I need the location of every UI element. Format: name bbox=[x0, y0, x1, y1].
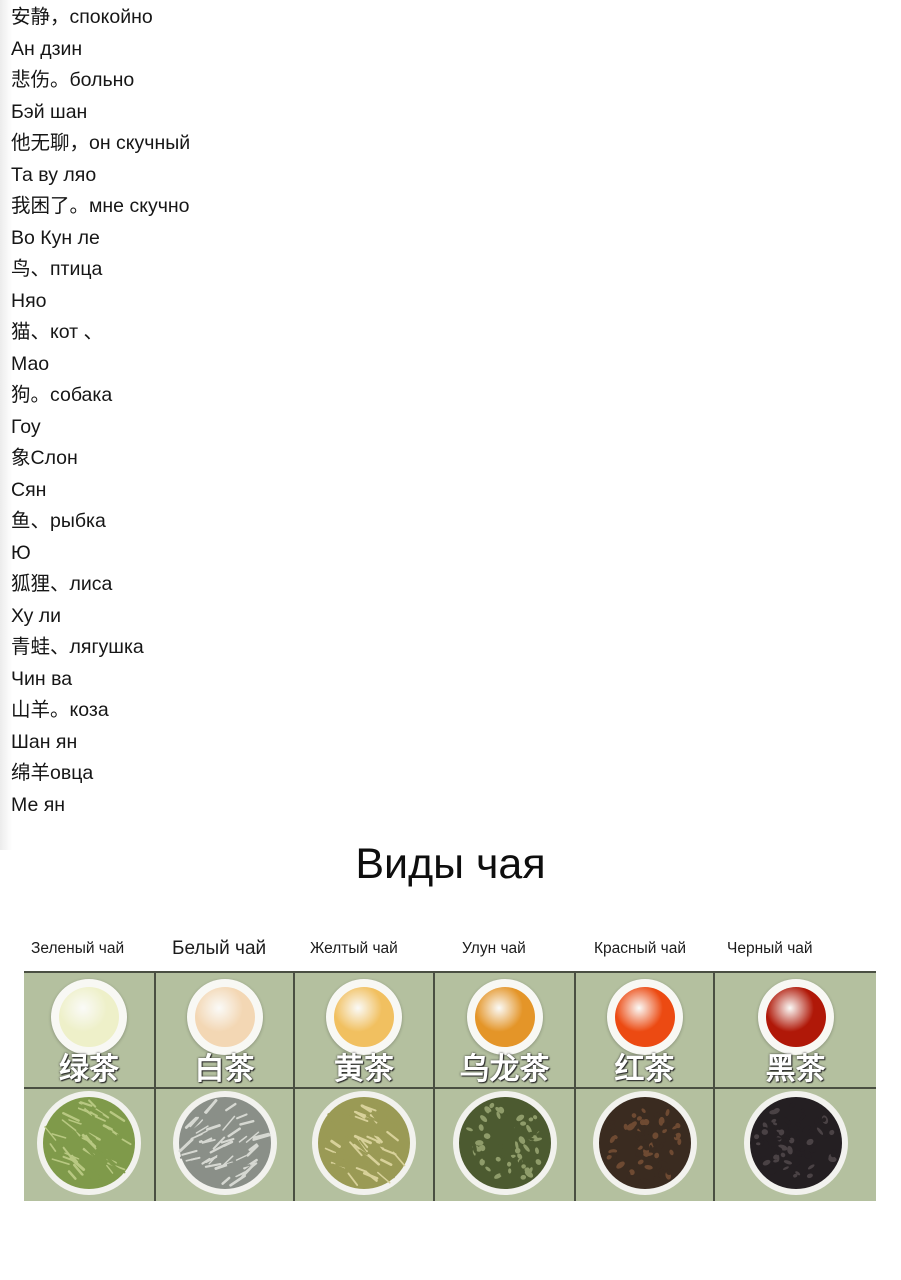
vocab-line: 鱼、рыбка bbox=[11, 510, 106, 532]
vocab-line: Мао bbox=[11, 352, 50, 375]
tea-leaves-drawing bbox=[749, 1097, 842, 1189]
vocab-line: 山羊。коза bbox=[11, 699, 109, 721]
tea-chinese-name: 白茶 bbox=[194, 1052, 255, 1087]
vocab-line: 狐狸、лиса bbox=[11, 573, 113, 595]
tea-leaves-image bbox=[743, 1091, 848, 1195]
tea-label-oolong: Улун чай bbox=[462, 940, 526, 957]
tea-chinese-name: 绿茶 bbox=[59, 1052, 119, 1087]
tea-leaves-image bbox=[452, 1091, 557, 1195]
tea-label-red: Красный чай bbox=[594, 940, 687, 957]
tea-column-white: 白茶 bbox=[156, 973, 295, 1201]
tea-leaves-image bbox=[312, 1091, 416, 1195]
vocab-line: 悲伤。больно bbox=[11, 69, 135, 91]
tea-cup-image bbox=[186, 979, 263, 1055]
vocab-line: 青蛙、лягушка bbox=[11, 636, 144, 658]
vocab-line: Та ву ляо bbox=[11, 163, 97, 186]
tea-illustration-table: 绿茶 白茶 黄茶 乌龙茶 红茶 黑茶 bbox=[24, 971, 876, 1201]
vocab-line: 安静，спокойно bbox=[11, 6, 153, 28]
tea-chinese-name: 乌龙茶 bbox=[459, 1052, 550, 1087]
vocab-line: 他无聊，он скучный bbox=[11, 132, 191, 154]
tea-leaves-image bbox=[37, 1091, 141, 1195]
tea-liquid bbox=[194, 987, 255, 1047]
tea-type-labels: Зеленый чай Белый чай Желтый чай Улун ча… bbox=[24, 934, 876, 964]
tea-label-yellow: Желтый чай bbox=[310, 940, 398, 957]
vocabulary-list: 安静，спокойно Ан дзин 悲伤。больно Бэй шан 他无… bbox=[11, 2, 411, 821]
tea-leaves-image bbox=[172, 1091, 277, 1195]
tea-liquid bbox=[59, 987, 119, 1047]
tea-cup-image bbox=[51, 979, 127, 1055]
vocab-line: 猫、кот 、 bbox=[11, 321, 104, 343]
tea-section-title: Виды чая bbox=[355, 840, 546, 888]
vocab-line: Во Кун ле bbox=[11, 226, 100, 249]
tea-chinese-name: 红茶 bbox=[614, 1052, 675, 1087]
tea-leaves-drawing bbox=[178, 1097, 271, 1189]
vocab-line: Чин ва bbox=[11, 667, 73, 690]
vocab-line: 狗。собака bbox=[11, 384, 113, 406]
vocab-line: Ху ли bbox=[11, 604, 62, 627]
vocab-line: Бэй шан bbox=[11, 100, 88, 123]
vocab-line: Ан дзин bbox=[11, 37, 83, 60]
tea-chinese-name: 黑茶 bbox=[765, 1052, 826, 1087]
tea-column-oolong: 乌龙茶 bbox=[435, 973, 576, 1201]
tea-leaves-drawing bbox=[318, 1097, 410, 1189]
tea-leaves-drawing bbox=[598, 1097, 691, 1189]
tea-chinese-name: 黄茶 bbox=[334, 1052, 394, 1087]
tea-label-white: Белый чай bbox=[172, 938, 267, 959]
vocab-line: Шан ян bbox=[11, 730, 78, 753]
tea-leaves-drawing bbox=[43, 1097, 135, 1189]
vocab-line: 绵羊овца bbox=[11, 762, 94, 784]
tea-column-yellow: 黄茶 bbox=[295, 973, 435, 1201]
vocab-line: Няо bbox=[11, 289, 47, 312]
vocab-line: Гоу bbox=[11, 415, 41, 438]
tea-liquid bbox=[765, 987, 826, 1047]
vocab-line: Ю bbox=[11, 541, 31, 564]
tea-liquid bbox=[614, 987, 675, 1047]
tea-cup-image bbox=[326, 979, 402, 1055]
tea-label-black: Черный чай bbox=[727, 940, 813, 957]
vocab-line: 我困了。мне скучно bbox=[11, 195, 190, 217]
vocab-line: Сян bbox=[11, 478, 47, 501]
tea-cup-image bbox=[466, 979, 543, 1055]
tea-cup-image bbox=[606, 979, 683, 1055]
vocab-line: Ме ян bbox=[11, 793, 66, 816]
tea-liquid bbox=[474, 987, 535, 1047]
tea-leaves-drawing bbox=[458, 1097, 551, 1189]
vocab-line: 鸟、птица bbox=[11, 258, 103, 280]
tea-cup-image bbox=[757, 979, 834, 1055]
tea-column-red: 红茶 bbox=[576, 973, 715, 1201]
tea-leaves-image bbox=[592, 1091, 697, 1195]
tea-label-green: Зеленый чай bbox=[31, 940, 125, 957]
tea-column-black: 黑茶 bbox=[715, 973, 876, 1201]
vocab-line: 象Слон bbox=[11, 447, 78, 469]
tea-liquid bbox=[334, 987, 394, 1047]
tea-column-green: 绿茶 bbox=[24, 973, 156, 1201]
